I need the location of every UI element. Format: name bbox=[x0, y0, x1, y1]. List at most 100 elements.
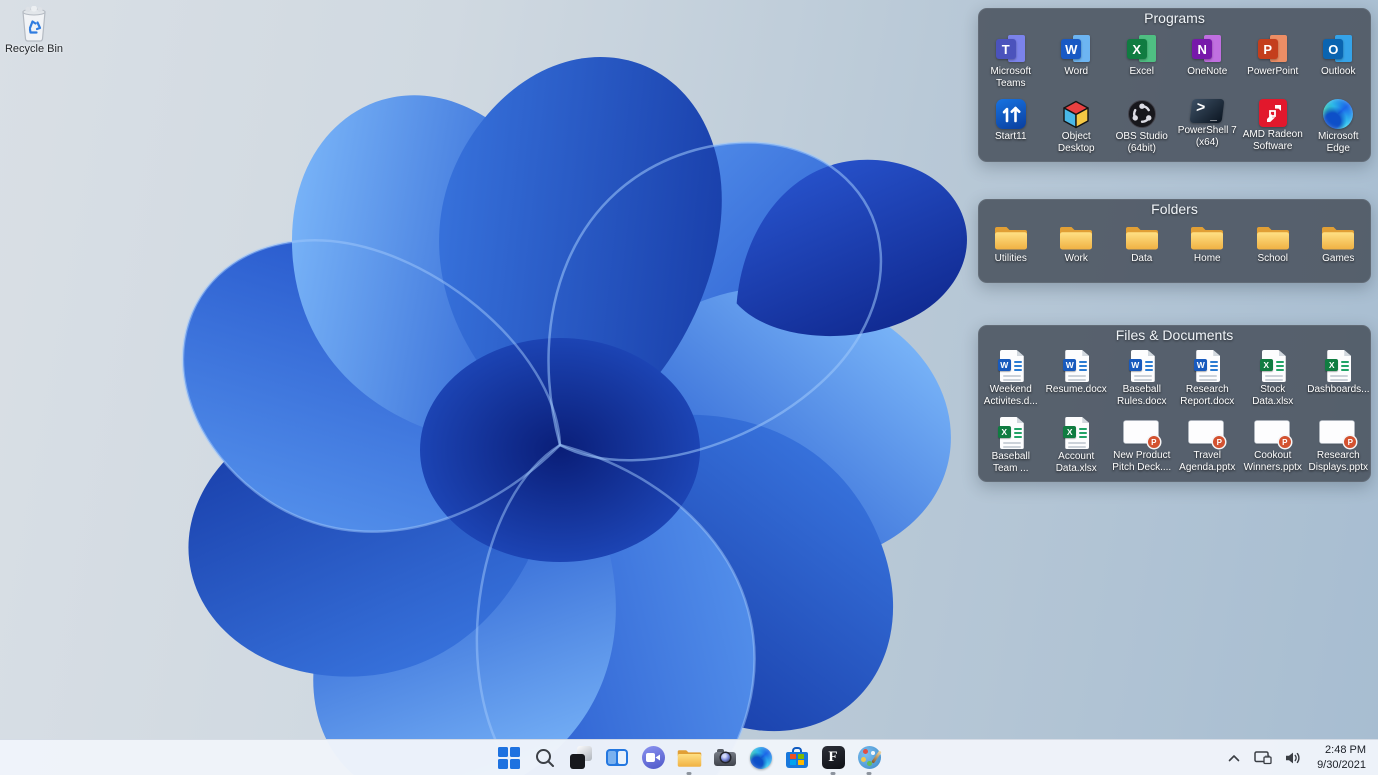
file-badge-letter: P bbox=[1278, 436, 1291, 448]
tray-overflow-button[interactable] bbox=[1225, 751, 1243, 765]
fence-item-label: Excel bbox=[1129, 66, 1154, 77]
taskbar-file-explorer-button[interactable] bbox=[675, 744, 703, 775]
fence-item-label: Microsoft Teams bbox=[990, 66, 1032, 89]
fence-item[interactable]: O Outlook bbox=[1306, 30, 1372, 96]
excel-file-icon: X bbox=[1063, 417, 1090, 449]
fence-item[interactable]: AMD Radeon Software bbox=[1240, 96, 1306, 162]
recycle-bin-label: Recycle Bin bbox=[4, 43, 64, 55]
taskbar-camera-button[interactable] bbox=[711, 744, 739, 772]
object-desktop-icon bbox=[1061, 99, 1091, 129]
fence-item[interactable]: W Word bbox=[1044, 30, 1110, 96]
fence-item[interactable]: Home bbox=[1175, 221, 1241, 281]
taskbar-microsoft-store-button[interactable] bbox=[783, 744, 811, 772]
fence-item[interactable]: Work bbox=[1044, 221, 1110, 281]
microsoft-edge-icon bbox=[1323, 99, 1354, 129]
fence-item[interactable]: T Microsoft Teams bbox=[978, 30, 1044, 96]
file-badge-letter: W bbox=[997, 359, 1011, 371]
taskbar-paint-palette-button[interactable] bbox=[855, 744, 883, 775]
recycle-bin-icon bbox=[22, 6, 46, 42]
taskbar-system-tray: 2:48 PM 9/30/2021 bbox=[1225, 740, 1370, 775]
camera-icon bbox=[714, 749, 736, 766]
fence-item[interactable]: P New Product Pitch Deck.... bbox=[1109, 414, 1175, 481]
taskbar-center-buttons: F bbox=[495, 740, 883, 775]
fence-item[interactable]: School bbox=[1240, 221, 1306, 281]
folder-icon bbox=[1191, 227, 1224, 250]
fence-item[interactable]: N OneNote bbox=[1175, 30, 1241, 96]
fence-item-label: Baseball Team ... bbox=[991, 451, 1030, 474]
outlook-icon: O bbox=[1321, 33, 1355, 64]
fence-item[interactable]: P Cookout Winners.pptx bbox=[1240, 414, 1306, 481]
fence-item[interactable]: > _ PowerShell 7 (x64) bbox=[1175, 96, 1241, 162]
fence-files-panel: Files & Documents W Weekend Activites.d..… bbox=[978, 325, 1371, 482]
fence-item[interactable]: W Resume.docx bbox=[1044, 347, 1110, 414]
fence-item[interactable]: X Baseball Team ... bbox=[978, 414, 1044, 481]
excel-icon: X bbox=[1125, 33, 1159, 64]
fence-item[interactable]: Start11 bbox=[978, 96, 1044, 162]
fence-item-label: Data bbox=[1131, 252, 1153, 264]
fence-item-label: Games bbox=[1322, 252, 1355, 264]
running-indicator-dot bbox=[686, 771, 692, 775]
fence-item[interactable]: W Research Report.docx bbox=[1175, 347, 1241, 414]
fence-item-label: Dashboards... bbox=[1307, 384, 1370, 395]
fence-item-label: Word bbox=[1064, 66, 1089, 77]
taskbar-start-button[interactable] bbox=[495, 744, 523, 772]
excel-file-icon: X bbox=[1259, 350, 1286, 382]
fence-item[interactable]: Data bbox=[1109, 221, 1175, 281]
fence-item-label: Weekend Activites.d... bbox=[983, 384, 1038, 407]
taskbar-teams-chat-button[interactable] bbox=[639, 744, 667, 772]
wallpaper-bloom-image bbox=[181, 57, 967, 775]
fence-item[interactable]: Object Desktop bbox=[1044, 96, 1110, 162]
powerpoint-file-icon: P bbox=[1320, 421, 1357, 448]
fence-item-label: Start11 bbox=[995, 131, 1027, 142]
tile-letter: T bbox=[995, 39, 1016, 59]
recycle-bin[interactable]: Recycle Bin bbox=[4, 6, 64, 55]
taskbar-fences-button[interactable]: F bbox=[819, 744, 847, 775]
taskbar-split-window-button[interactable] bbox=[603, 744, 631, 772]
taskbar: F 2:48 PM 9/30/2021 bbox=[0, 739, 1378, 775]
file-badge-letter: X bbox=[1259, 359, 1273, 371]
taskbar-stacked-squares-button[interactable] bbox=[567, 744, 595, 772]
fence-item[interactable]: P Research Displays.pptx bbox=[1306, 414, 1372, 481]
fence-item-label: Cookout Winners.pptx bbox=[1243, 450, 1302, 473]
excel-file-icon: X bbox=[997, 417, 1024, 449]
fence-item[interactable]: OBS Studio (64bit) bbox=[1109, 96, 1175, 162]
fence-item-label: Microsoft Edge bbox=[1317, 131, 1359, 154]
fence-item[interactable]: X Dashboards... bbox=[1306, 347, 1372, 414]
folder-icon bbox=[1322, 227, 1355, 250]
fence-item[interactable]: Microsoft Edge bbox=[1306, 96, 1372, 162]
tray-volume-button[interactable] bbox=[1283, 749, 1304, 767]
fence-item-label: Object Desktop bbox=[1057, 131, 1095, 154]
fence-item[interactable]: W Weekend Activites.d... bbox=[978, 347, 1044, 414]
fence-item-label: Research Displays.pptx bbox=[1308, 450, 1368, 473]
tile-letter: W bbox=[1061, 39, 1082, 59]
powershell-icon: > _ bbox=[1189, 99, 1225, 123]
fence-item[interactable]: X Stock Data.xlsx bbox=[1240, 347, 1306, 414]
folder-icon bbox=[1060, 227, 1093, 250]
taskbar-search-button[interactable] bbox=[531, 744, 559, 772]
network-icon bbox=[1254, 750, 1272, 764]
fence-programs-panel: Programs T Microsoft Teams W Word X Excel N One… bbox=[978, 8, 1371, 162]
fence-item-label: Outlook bbox=[1321, 66, 1356, 77]
file-badge-letter: P bbox=[1213, 436, 1226, 448]
folder-icon bbox=[994, 227, 1027, 250]
fence-title[interactable]: Folders bbox=[978, 199, 1371, 221]
fence-item-label: Research Report.docx bbox=[1180, 384, 1235, 407]
fence-title[interactable]: Files & Documents bbox=[978, 325, 1371, 347]
taskbar-clock[interactable]: 2:48 PM 9/30/2021 bbox=[1313, 742, 1370, 773]
fence-item[interactable]: Games bbox=[1306, 221, 1372, 281]
file-badge-letter: X bbox=[1325, 359, 1339, 371]
fence-item[interactable]: W Baseball Rules.docx bbox=[1109, 347, 1175, 414]
fence-item[interactable]: P Travel Agenda.pptx bbox=[1175, 414, 1241, 481]
chevron-up-icon bbox=[1228, 754, 1240, 761]
taskbar-edge-button[interactable] bbox=[747, 744, 775, 772]
fence-item[interactable]: X Account Data.xlsx bbox=[1044, 414, 1110, 481]
desktop: Recycle Bin Programs T Microsoft Teams W Wo… bbox=[0, 0, 1378, 775]
tray-network-button[interactable] bbox=[1252, 749, 1274, 767]
fence-item[interactable]: X Excel bbox=[1109, 30, 1175, 96]
split-window-icon bbox=[606, 749, 628, 766]
tile-letter: N bbox=[1192, 39, 1213, 59]
fence-item[interactable]: P PowerPoint bbox=[1240, 30, 1306, 96]
clock-time: 2:48 PM bbox=[1325, 744, 1366, 757]
fence-title[interactable]: Programs bbox=[978, 8, 1371, 30]
fence-item[interactable]: Utilities bbox=[978, 221, 1044, 281]
